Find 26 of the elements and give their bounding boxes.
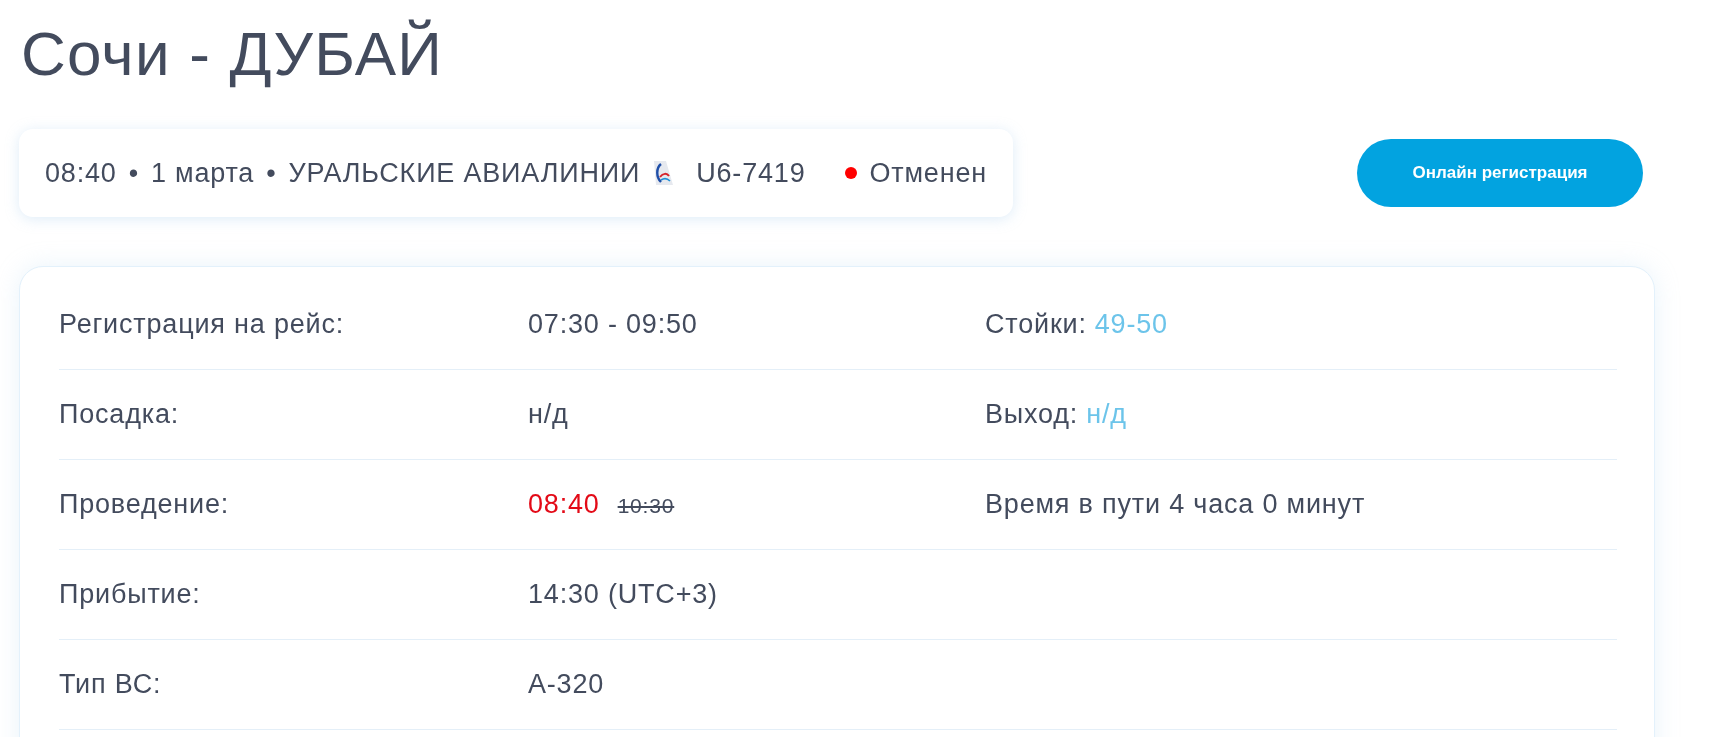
page-title: Сочи - ДУБАЙ [20, 18, 444, 90]
separator: • [266, 156, 277, 190]
row-label: Прибытие: [59, 578, 201, 612]
row-value: A-320 [528, 668, 605, 702]
row-value: 07:30 - 09:50 [528, 308, 698, 342]
actual-time: 08:40 [528, 488, 600, 522]
info-text: Время в пути 4 часа 0 минут [985, 488, 1366, 522]
flight-time: 08:40 [45, 156, 117, 190]
row-value: н/д [528, 398, 569, 432]
scheduled-time: 10:30 [617, 493, 675, 520]
info-label: Выход: [985, 398, 1079, 432]
row-label: Тип ВС: [59, 668, 162, 702]
row-value: 14:30 (UTC+3) [528, 578, 718, 612]
flight-number: U6-7419 [696, 156, 806, 190]
info-value: н/д [1086, 398, 1127, 432]
checkin-button[interactable]: Онлайн регистрация [1357, 139, 1643, 207]
airline-name: УРАЛЬСКИЕ АВИАЛИНИИ [288, 156, 641, 190]
info-value: 49-50 [1094, 308, 1168, 342]
status-label: Отменен [869, 156, 987, 190]
flight-date: 1 марта [150, 156, 255, 190]
row-label: Посадка: [59, 398, 180, 432]
info-label: Стойки: [985, 308, 1087, 342]
airline-logo-icon [652, 160, 675, 186]
row-label: Проведение: [59, 488, 230, 522]
separator: • [128, 156, 139, 190]
row-label: Регистрация на рейс: [59, 308, 345, 342]
